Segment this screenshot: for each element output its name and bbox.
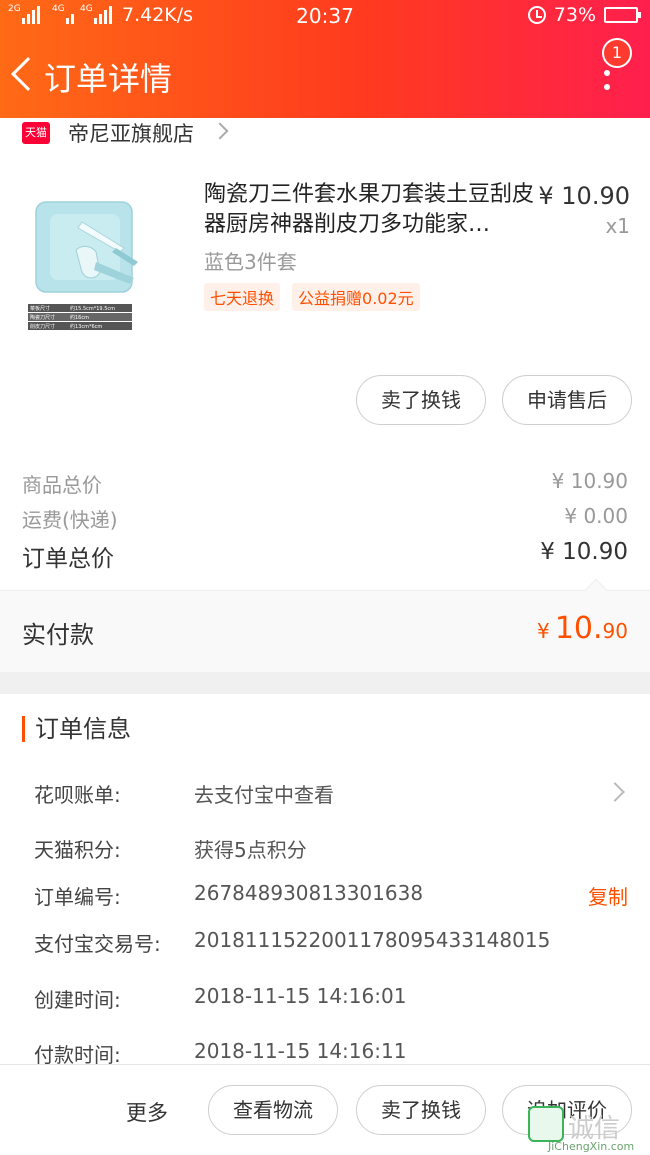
battery-percent: 73% [553,4,596,26]
product-quantity: x1 [605,214,630,238]
back-button[interactable] [10,56,45,96]
order-total-label: 订单总价 [22,546,114,572]
alipay-trade-row: 支付宝交易号: 2018111522001178095433148015 [34,928,628,958]
order-info-title: 订单信息 [22,716,131,742]
info-value[interactable]: 去支付宝中查看 [194,779,334,808]
created-time-row: 创建时间: 2018-11-15 14:16:01 [34,984,628,1014]
chevron-right-icon [211,122,229,140]
spec-value: 约13cm*6cm [70,323,102,330]
paid-label: 实付款 [22,621,94,649]
charity-tag: 公益捐赠0.02元 [292,283,420,311]
more-dot-icon [604,70,610,76]
chevron-right-icon [605,782,625,802]
sell-button[interactable]: 卖了换钱 [356,1085,486,1135]
shop-name[interactable]: 帝尼亚旗舰店 [68,118,194,148]
info-label: 支付宝交易号: [34,932,161,956]
info-value: 2018111522001178095433148015 [194,928,551,952]
info-label: 花呗账单: [34,783,121,807]
info-value: 获得5点积分 [194,838,307,862]
spec-label: 陶瓷刀尺寸 [30,314,55,321]
alarm-icon [527,6,546,24]
order-number-row: 订单编号: 267848930813301638 复制 [34,881,628,911]
info-label: 创建时间: [34,988,121,1012]
product-title[interactable]: 陶瓷刀三件套水果刀套装土豆刮皮器厨房神器削皮刀多功能家… [204,180,534,240]
shipping-value: ¥ 0.00 [564,504,628,528]
paid-value: ¥ 10.90 [537,611,628,646]
product-sku: 蓝色3件套 [204,250,297,274]
tmall-icon: 天猫 [22,122,50,144]
paid-decimal: 90 [602,619,628,643]
return-policy-tag: 七天退换 [204,283,281,311]
product-price: ¥ 10.90 [538,182,630,210]
info-value: 2018-11-15 14:16:01 [194,984,407,1008]
watermark-logo-icon [528,1106,564,1142]
battery-icon [604,7,641,23]
spec-label: 菜板尺寸 [30,305,50,312]
order-total-value: ¥ 10.90 [540,539,628,565]
shipping-row: 运费(快递) ¥ 0.00 [22,504,628,533]
huabei-bill-row[interactable]: 花呗账单: 去支付宝中查看 [34,779,628,809]
shop-row[interactable]: 天猫 帝尼亚旗舰店 [0,118,650,148]
info-value: 267848930813301638 [194,881,424,905]
status-right: 73% [527,4,641,26]
spec-value: 约16cm [70,314,89,321]
spec-value: 约15.5cm*19.5cm [70,305,115,312]
goods-total-row: 商品总价 ¥ 10.90 [22,469,628,498]
spec-label: 削皮刀尺寸 [30,323,55,330]
product-tags: 七天退换 公益捐赠0.02元 [204,283,420,311]
paid-amount-box: 实付款 ¥ 10.90 [0,578,650,672]
status-bar: 2G 4G 4G 7.42K/s 20:37 73% [0,0,650,34]
section-divider [0,672,650,694]
order-total-row: 订单总价 ¥ 10.90 [22,539,628,573]
after-sale-button[interactable]: 申请售后 [502,375,632,425]
caret-up-icon [584,578,608,602]
sell-item-button[interactable]: 卖了换钱 [356,375,486,425]
goods-total-value: ¥ 10.90 [551,469,628,493]
paid-currency: ¥ [537,619,550,643]
watermark: 诚信 JiChengXin.com [528,1106,646,1153]
info-label: 天猫积分: [34,838,121,862]
info-value: 2018-11-15 14:16:11 [194,1039,407,1063]
notification-badge[interactable]: 1 [602,38,632,68]
info-label: 订单编号: [34,885,121,909]
points-row: 天猫积分: 获得5点积分 [34,834,628,864]
page-title: 订单详情 [44,60,173,98]
chevron-left-icon [11,57,45,91]
more-dot-icon [604,84,610,90]
spec-table: 菜板尺寸 约15.5cm*19.5cm 陶瓷刀尺寸 约16cm 削皮刀尺寸 约1… [28,304,132,330]
copy-button[interactable]: 复制 [588,881,628,910]
paid-integer: 10. [554,611,603,646]
app-header: 2G 4G 4G 7.42K/s 20:37 73% 订单详情 1 [0,0,650,118]
product-image[interactable]: 菜板尺寸 约15.5cm*19.5cm 陶瓷刀尺寸 约16cm 削皮刀尺寸 约1… [26,192,140,342]
view-logistics-button[interactable]: 查看物流 [208,1085,338,1135]
watermark-url: JiChengXin.com [548,1140,635,1153]
shipping-label: 运费(快递) [22,508,118,532]
goods-total-label: 商品总价 [22,473,102,497]
more-actions-button[interactable]: 更多 [126,1097,168,1127]
